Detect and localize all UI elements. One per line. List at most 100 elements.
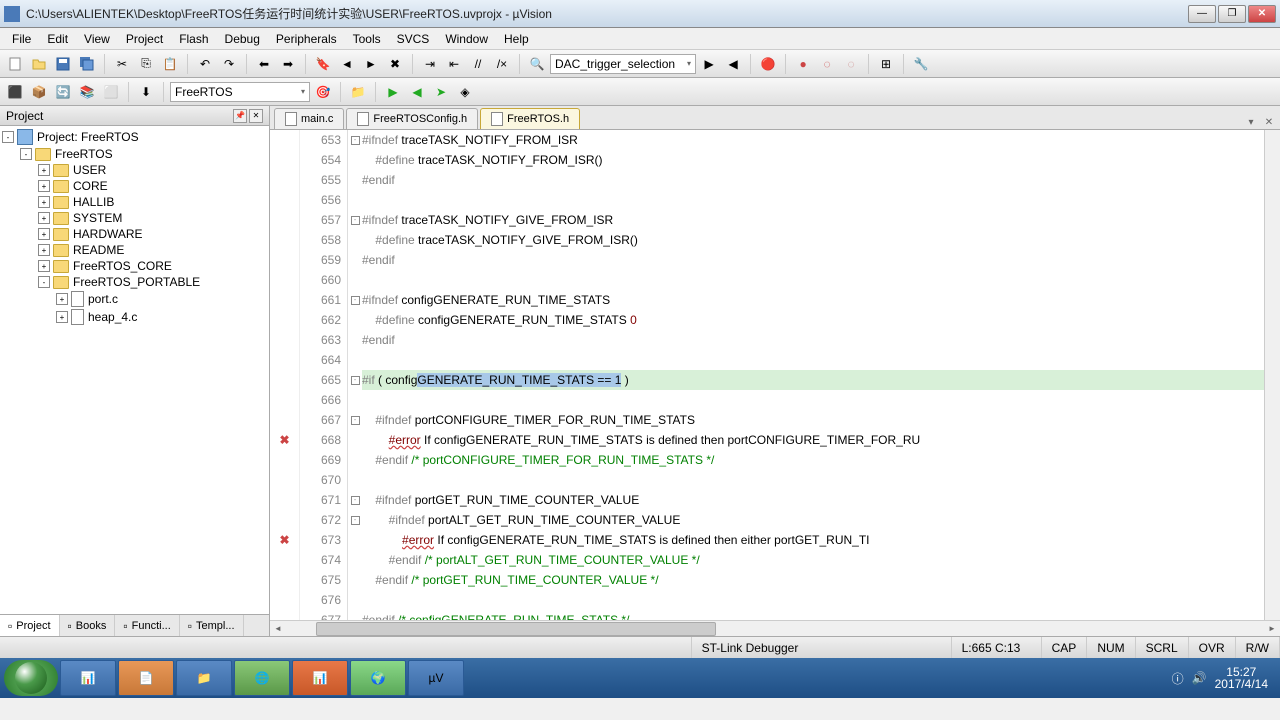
tree-folder-freertos_portable[interactable]: -FreeRTOS_PORTABLE	[2, 274, 267, 290]
menubar: FileEditViewProjectFlashDebugPeripherals…	[0, 28, 1280, 50]
sidebar-tab-functi[interactable]: ▫Functi...	[115, 615, 179, 636]
breakpoint-kill-button[interactable]: ◌	[840, 53, 862, 75]
tree-file-heap_4-c[interactable]: +heap_4.c	[2, 308, 267, 326]
menu-file[interactable]: File	[4, 29, 39, 49]
stop-button[interactable]: ◀	[406, 81, 428, 103]
menu-help[interactable]: Help	[496, 29, 537, 49]
undo-button[interactable]: ↶	[194, 53, 216, 75]
pack-button[interactable]: ◈	[454, 81, 476, 103]
run-button[interactable]: ▶	[382, 81, 404, 103]
config-button[interactable]: 🔧	[910, 53, 932, 75]
menu-svcs[interactable]: SVCS	[389, 29, 438, 49]
project-pin-button[interactable]: 📌	[233, 109, 247, 123]
minimize-button[interactable]: —	[1188, 5, 1216, 23]
bookmark-clear-button[interactable]: ✖	[384, 53, 406, 75]
tab-close-button[interactable]: ✕	[1262, 115, 1276, 129]
breakpoint-disable-button[interactable]: ◌	[816, 53, 838, 75]
tab-dropdown-button[interactable]: ▾	[1244, 115, 1258, 129]
window-button[interactable]: ⊞	[875, 53, 897, 75]
code-area[interactable]: ✖✖ 6536546556566576586596606616626636646…	[270, 130, 1280, 620]
fold-column[interactable]: -------	[348, 130, 362, 620]
find-next-button[interactable]: ▶	[698, 53, 720, 75]
editor-tab-main-c[interactable]: main.c	[274, 108, 344, 129]
tree-project-root[interactable]: -Project: FreeRTOS	[2, 128, 267, 146]
maximize-button[interactable]: ❐	[1218, 5, 1246, 23]
download-button[interactable]: ⬇	[135, 81, 157, 103]
nav-back-button[interactable]: ⬅	[253, 53, 275, 75]
translate-button[interactable]: ⬛	[4, 81, 26, 103]
redo-button[interactable]: ↷	[218, 53, 240, 75]
bookmark-prev-button[interactable]: ◄	[336, 53, 358, 75]
uncomment-button[interactable]: /×	[491, 53, 513, 75]
tray-sound-icon[interactable]: 🔊	[1192, 671, 1207, 685]
sidebar-tab-books[interactable]: ▫Books	[60, 615, 116, 636]
task-uvision[interactable]: µV	[408, 660, 464, 696]
menu-view[interactable]: View	[76, 29, 118, 49]
comment-button[interactable]: //	[467, 53, 489, 75]
find-prev-button[interactable]: ◀	[722, 53, 744, 75]
start-button[interactable]	[4, 660, 58, 696]
tree-target[interactable]: -FreeRTOS	[2, 146, 267, 162]
sidebar-tab-project[interactable]: ▫Project	[0, 615, 60, 636]
project-header: Project 📌 ✕	[0, 106, 269, 126]
manage-button[interactable]: 📁	[347, 81, 369, 103]
find-combo[interactable]: DAC_trigger_selection	[550, 54, 696, 74]
menu-debug[interactable]: Debug	[217, 29, 268, 49]
target-options-button[interactable]: 🎯	[312, 81, 334, 103]
rebuild-button[interactable]: 🔄	[52, 81, 74, 103]
debug-button[interactable]: 🔴	[757, 53, 779, 75]
tree-folder-freertos_core[interactable]: +FreeRTOS_CORE	[2, 258, 267, 274]
paste-button[interactable]: 📋	[159, 53, 181, 75]
task-pdf[interactable]: 📄	[118, 660, 174, 696]
tray-clock[interactable]: 15:27 2017/4/14	[1215, 666, 1268, 690]
editor-tab-FreeRTOSConfig-h[interactable]: FreeRTOSConfig.h	[346, 108, 478, 129]
tree-file-port-c[interactable]: +port.c	[2, 290, 267, 308]
saveall-button[interactable]	[76, 53, 98, 75]
horizontal-scrollbar[interactable]: ◄ ►	[270, 620, 1280, 636]
bookmark-next-button[interactable]: ►	[360, 53, 382, 75]
tree-folder-readme[interactable]: +README	[2, 242, 267, 258]
task-browser[interactable]: 🌍	[350, 660, 406, 696]
menu-peripherals[interactable]: Peripherals	[268, 29, 345, 49]
menu-window[interactable]: Window	[437, 29, 496, 49]
vertical-scrollbar[interactable]	[1264, 130, 1280, 620]
nav-fwd-button[interactable]: ➡	[277, 53, 299, 75]
editor-tab-FreeRTOS-h[interactable]: FreeRTOS.h	[480, 108, 580, 129]
tray-flag-icon[interactable]: ⓘ	[1172, 670, 1184, 687]
tree-folder-system[interactable]: +SYSTEM	[2, 210, 267, 226]
task-app1[interactable]: 🌐	[234, 660, 290, 696]
bookmark-button[interactable]: 🔖	[312, 53, 334, 75]
code-text[interactable]: #ifndef traceTASK_NOTIFY_FROM_ISR #defin…	[362, 130, 1264, 620]
tree-folder-user[interactable]: +USER	[2, 162, 267, 178]
open-button[interactable]	[28, 53, 50, 75]
tree-folder-core[interactable]: +CORE	[2, 178, 267, 194]
menu-edit[interactable]: Edit	[39, 29, 76, 49]
tree-folder-hardware[interactable]: +HARDWARE	[2, 226, 267, 242]
indent-button[interactable]: ⇥	[419, 53, 441, 75]
breakpoint-button[interactable]: ●	[792, 53, 814, 75]
system-tray[interactable]: ⓘ 🔊 15:27 2017/4/14	[1172, 666, 1276, 690]
new-button[interactable]	[4, 53, 26, 75]
find-button[interactable]: 🔍	[526, 53, 548, 75]
menu-tools[interactable]: Tools	[345, 29, 389, 49]
save-button[interactable]	[52, 53, 74, 75]
cut-button[interactable]: ✂	[111, 53, 133, 75]
build-button[interactable]: 📦	[28, 81, 50, 103]
stop-build-button[interactable]: ⬜	[100, 81, 122, 103]
close-button[interactable]: ✕	[1248, 5, 1276, 23]
step-button[interactable]: ➤	[430, 81, 452, 103]
menu-flash[interactable]: Flash	[171, 29, 216, 49]
sidebar-tab-templ[interactable]: ▫Templ...	[180, 615, 244, 636]
menu-project[interactable]: Project	[118, 29, 171, 49]
project-tree[interactable]: -Project: FreeRTOS-FreeRTOS+USER+CORE+HA…	[0, 126, 269, 614]
task-ppt[interactable]: 📊	[292, 660, 348, 696]
marker-gutter[interactable]: ✖✖	[270, 130, 300, 620]
task-files[interactable]: 📁	[176, 660, 232, 696]
batch-build-button[interactable]: 📚	[76, 81, 98, 103]
target-combo[interactable]: FreeRTOS	[170, 82, 310, 102]
tree-folder-hallib[interactable]: +HALLIB	[2, 194, 267, 210]
outdent-button[interactable]: ⇤	[443, 53, 465, 75]
project-close-button[interactable]: ✕	[249, 109, 263, 123]
task-explorer[interactable]: 📊	[60, 660, 116, 696]
copy-button[interactable]: ⎘	[135, 53, 157, 75]
